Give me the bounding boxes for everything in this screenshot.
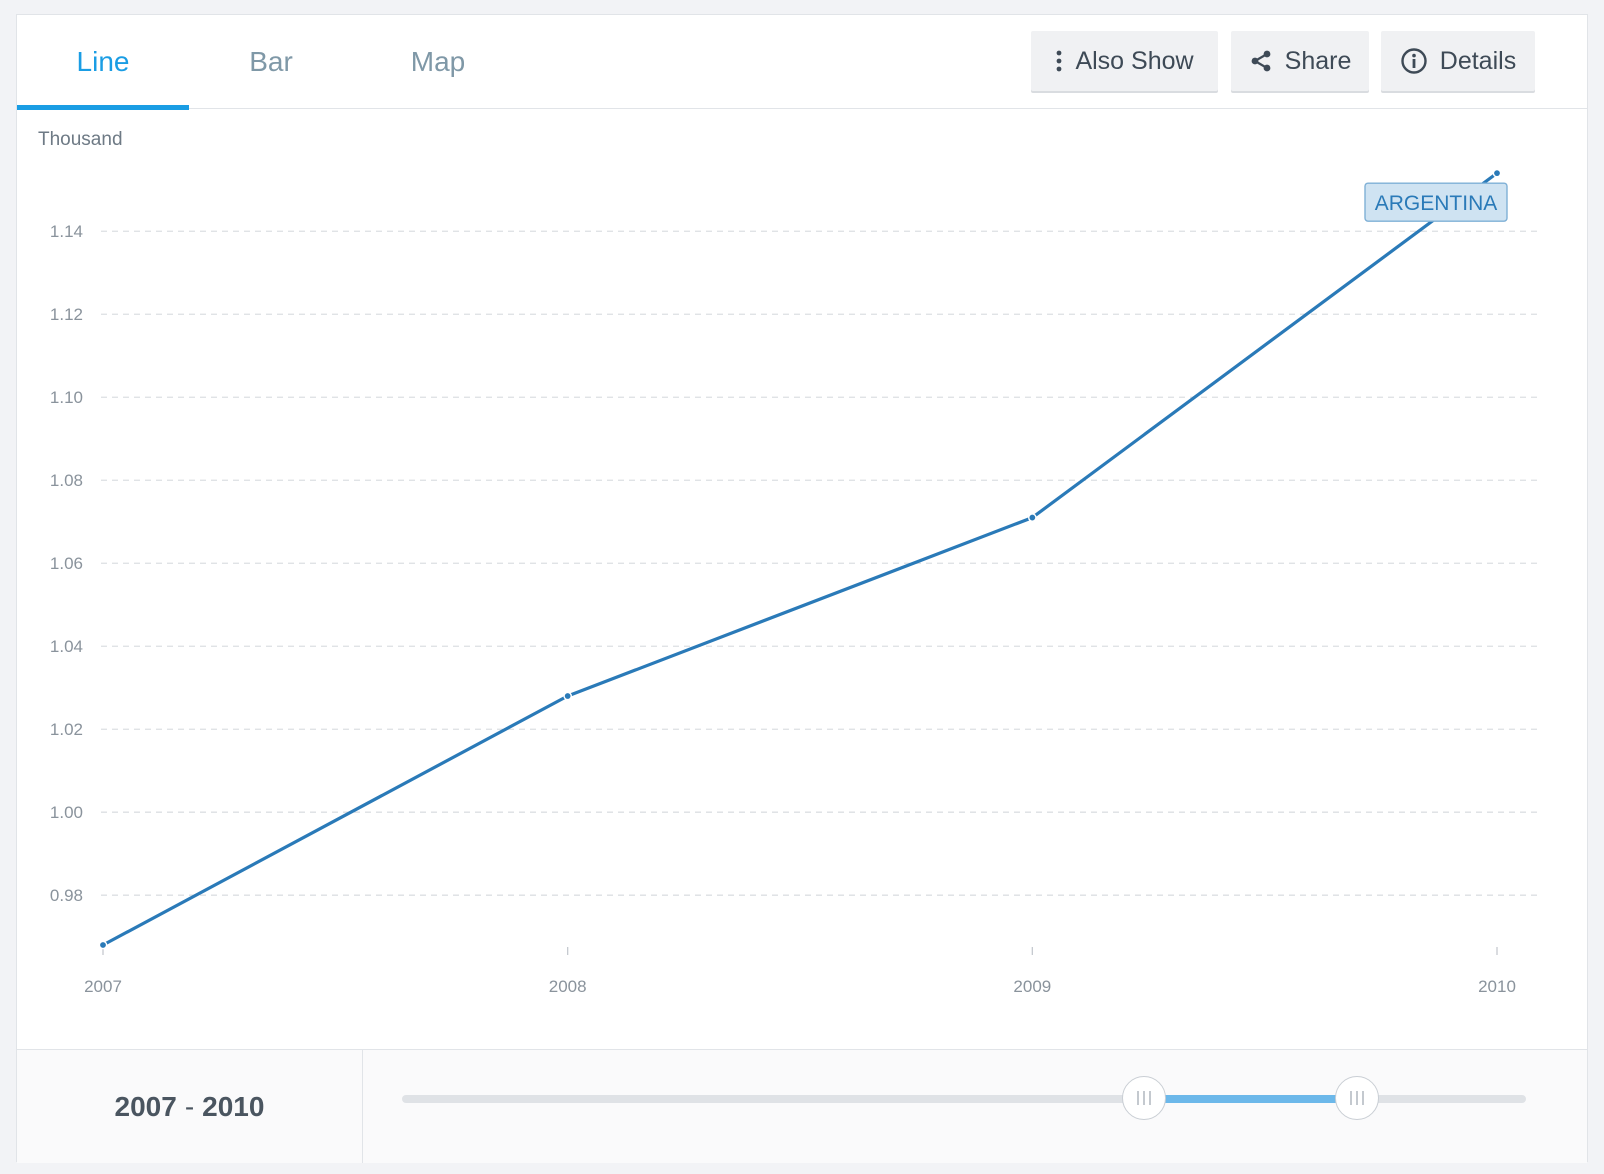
chart-area: Thousand 0.98 1.00 1.02 1.04 1.06 1.08 1.10 1.12… xyxy=(17,109,1587,1049)
slider-start-handle[interactable] xyxy=(1121,1076,1166,1120)
data-point[interactable] xyxy=(1492,168,1502,178)
data-point[interactable] xyxy=(98,940,108,950)
slider-end-handle[interactable] xyxy=(1335,1076,1380,1120)
tab-map[interactable]: Map xyxy=(353,15,523,109)
share-label: Share xyxy=(1284,46,1352,75)
data-point[interactable] xyxy=(563,691,572,701)
share-button[interactable]: Share xyxy=(1231,31,1369,91)
chart-card: Line Bar Map Also Show Share Details Tho… xyxy=(16,14,1588,1163)
share-icon xyxy=(1251,50,1271,72)
y-unit-label: Thousand xyxy=(38,129,123,150)
range-separator: - xyxy=(184,1090,195,1122)
details-label: Details xyxy=(1439,46,1517,75)
range-end: 2010 xyxy=(202,1090,265,1122)
range-start: 2007 xyxy=(114,1090,177,1122)
also-show-label: Also Show xyxy=(1075,46,1194,75)
y-tick-label: 1.00 xyxy=(50,803,83,822)
slider-selection xyxy=(1143,1095,1358,1103)
x-tick-label: 2008 xyxy=(549,977,587,996)
y-tick-label: 1.08 xyxy=(50,471,83,490)
y-tick-label: 1.14 xyxy=(50,222,83,241)
range-bar: 2007 - 2010 xyxy=(17,1049,1587,1163)
y-tick-label: 1.02 xyxy=(50,720,83,739)
tab-line[interactable]: Line xyxy=(17,15,189,110)
y-tick-label: 1.06 xyxy=(50,554,83,573)
also-show-button[interactable]: Also Show xyxy=(1031,31,1218,91)
y-tick-label: 1.12 xyxy=(50,305,83,324)
series-label: ARGENTINA xyxy=(1375,192,1498,215)
line-chart: Thousand 0.98 1.00 1.02 1.04 1.06 1.08 1.10 1.12… xyxy=(38,129,1537,996)
y-tick-label: 0.98 xyxy=(50,886,83,905)
tab-bar[interactable]: Bar xyxy=(189,15,353,109)
series-line xyxy=(102,171,1498,947)
x-tick-label: 2010 xyxy=(1478,977,1516,996)
top-bar: Line Bar Map Also Show Share Details xyxy=(17,15,1587,110)
range-label: 2007 - 2010 xyxy=(17,1050,363,1163)
details-button[interactable]: Details xyxy=(1381,31,1535,91)
data-point[interactable] xyxy=(1028,513,1037,522)
year-range-slider[interactable] xyxy=(402,1050,1526,1163)
y-tick-label: 1.10 xyxy=(50,388,83,407)
info-icon xyxy=(1401,48,1427,74)
x-tick-label: 2007 xyxy=(84,977,122,996)
more-vertical-icon xyxy=(1057,50,1062,72)
x-tick-label: 2009 xyxy=(1013,977,1051,996)
y-tick-label: 1.04 xyxy=(50,637,83,656)
